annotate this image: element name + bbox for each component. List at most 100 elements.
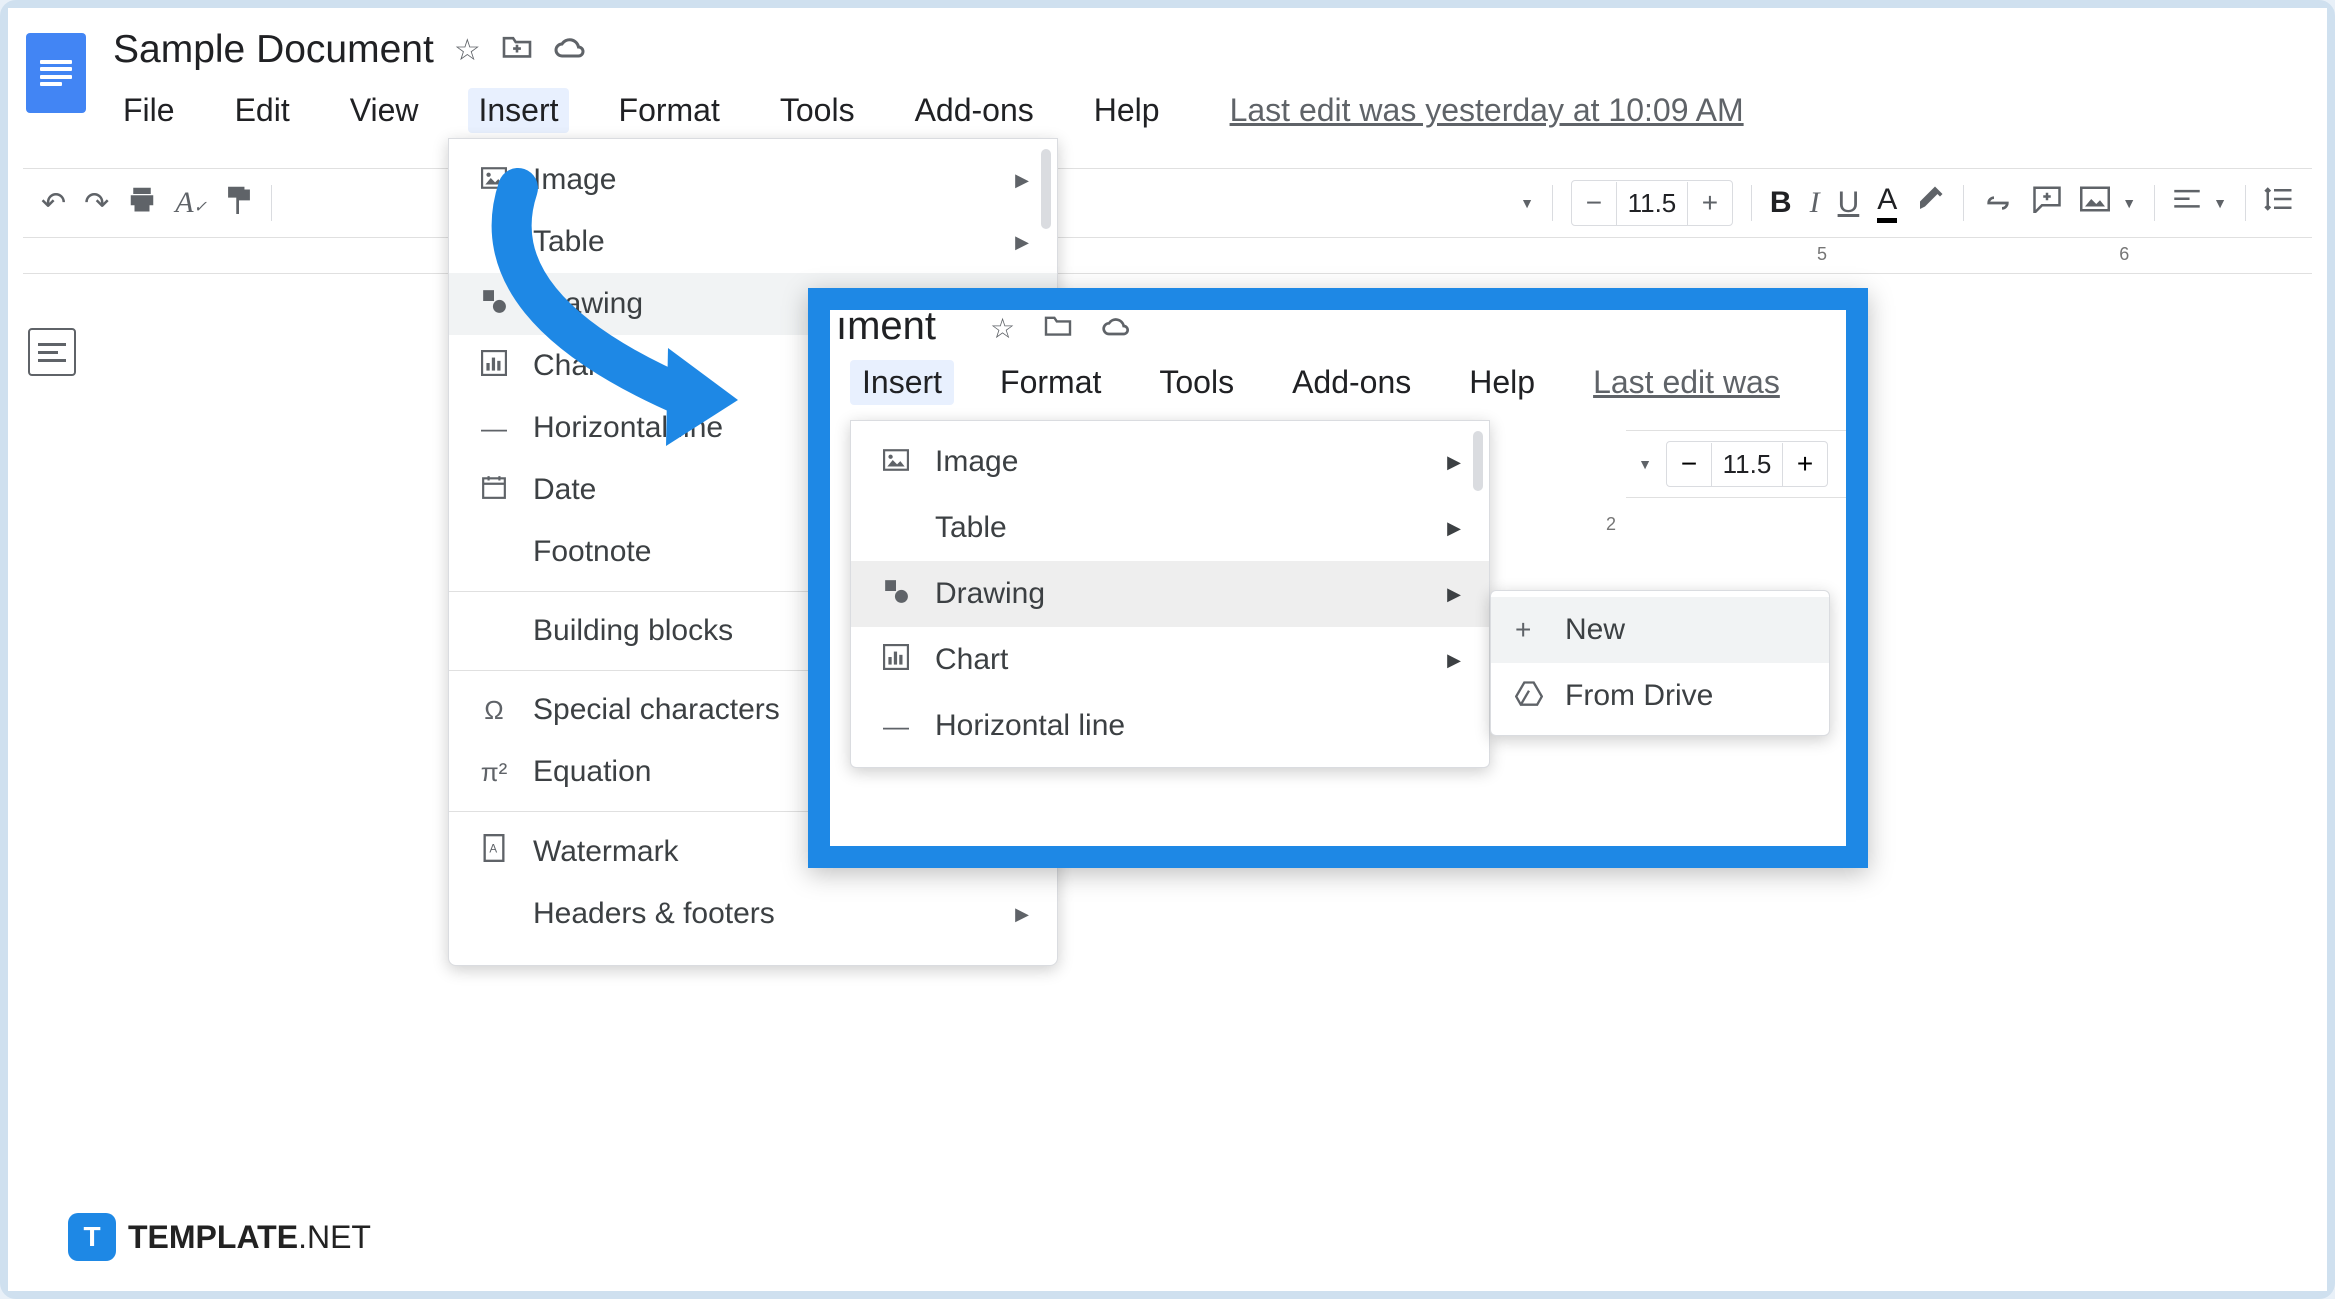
callout-insert-hline[interactable]: — Horizontal line (851, 693, 1489, 759)
separator (1552, 185, 1553, 221)
callout-insert-table[interactable]: Table ▶ (851, 495, 1489, 561)
menu-scrollbar[interactable] (1041, 149, 1051, 229)
drawing-new[interactable]: + New (1491, 597, 1829, 663)
separator (1963, 185, 1964, 221)
callout-menu-help[interactable]: Help (1457, 360, 1547, 405)
callout-menu-tools[interactable]: Tools (1147, 360, 1246, 405)
watermark-text: TEMPLATE.NET (128, 1219, 371, 1256)
menu-tools[interactable]: Tools (770, 88, 865, 133)
callout-overlay: ıment ☆ Insert Format Tools Add-ons Help… (808, 288, 1868, 868)
separator (271, 185, 272, 221)
bold-icon[interactable]: B (1770, 186, 1792, 220)
callout-font-size-value[interactable]: 11.5 (1711, 443, 1783, 486)
paint-format-icon[interactable] (225, 184, 253, 222)
callout-insert-image[interactable]: Image ▶ (851, 429, 1489, 495)
callout-insert-chart[interactable]: Chart ▶ (851, 627, 1489, 693)
plus-icon: + (1515, 614, 1545, 646)
print-icon[interactable] (127, 185, 157, 221)
callout-ruler: 2 (1566, 510, 1846, 540)
docs-logo-icon[interactable] (26, 33, 86, 113)
document-title[interactable]: Sample Document (113, 28, 434, 72)
omega-icon: Ω (477, 695, 511, 726)
align-icon[interactable] (2173, 186, 2201, 220)
insert-headers-footers-label: Headers & footers (533, 897, 775, 931)
font-size-decrease[interactable]: − (1667, 442, 1711, 486)
drive-icon (1515, 680, 1545, 713)
cloud-status-icon[interactable] (1101, 312, 1133, 345)
italic-icon[interactable]: I (1810, 186, 1820, 220)
font-size-increase[interactable]: + (1783, 442, 1827, 486)
drawing-new-label: New (1565, 613, 1625, 647)
menu-insert[interactable]: Insert (468, 88, 568, 133)
menu-format[interactable]: Format (609, 88, 730, 133)
submenu-arrow-icon: ▶ (1447, 584, 1461, 605)
submenu-arrow-icon: ▶ (1447, 452, 1461, 473)
insert-link-icon[interactable] (1982, 186, 2014, 220)
separator (2154, 185, 2155, 221)
date-icon (477, 474, 511, 507)
submenu-arrow-icon: ▶ (1015, 170, 1029, 191)
submenu-arrow-icon: ▶ (1015, 904, 1029, 925)
callout-ruler-num: 2 (1606, 514, 1616, 535)
callout-insert-chart-label: Chart (935, 643, 1008, 677)
callout-insert-image-label: Image (935, 445, 1018, 479)
svg-text:A: A (489, 843, 497, 856)
move-folder-icon[interactable] (1043, 312, 1073, 345)
insert-date-label: Date (533, 473, 596, 507)
callout-font-size-control: − 11.5 + (1666, 441, 1828, 487)
watermark-badge-icon: T (68, 1213, 116, 1261)
drawing-icon (879, 578, 913, 611)
add-comment-icon[interactable] (2032, 185, 2062, 221)
drawing-from-drive[interactable]: From Drive (1491, 663, 1829, 729)
undo-icon[interactable]: ↶ (41, 186, 66, 221)
star-icon[interactable]: ☆ (990, 312, 1015, 345)
insert-building-blocks-label: Building blocks (533, 614, 733, 648)
font-dropdown-icon[interactable]: ▼ (1520, 195, 1534, 211)
outline-toggle[interactable] (28, 328, 76, 376)
font-size-increase[interactable]: + (1688, 181, 1732, 225)
insert-equation-label: Equation (533, 755, 651, 789)
redo-icon[interactable]: ↷ (84, 186, 109, 221)
menu-help[interactable]: Help (1084, 88, 1170, 133)
submenu-arrow-icon: ▶ (1015, 232, 1029, 253)
callout-insert-drawing[interactable]: Drawing ▶ (851, 561, 1489, 627)
highlight-icon[interactable] (1915, 184, 1945, 222)
callout-title-icons: ☆ (990, 312, 1133, 345)
image-icon (879, 447, 913, 478)
image-dropdown-icon[interactable]: ▼ (2122, 195, 2136, 211)
insert-headers-footers[interactable]: Headers & footers ▶ (449, 883, 1057, 945)
text-color-icon[interactable]: A (1877, 183, 1897, 223)
font-size-control: − 11.5 + (1571, 180, 1733, 226)
watermark-bold: TEMPLATE (128, 1219, 298, 1255)
star-icon[interactable]: ☆ (454, 33, 481, 68)
callout-menu-addons[interactable]: Add-ons (1280, 360, 1423, 405)
underline-icon[interactable]: U (1838, 186, 1860, 220)
menu-file[interactable]: File (113, 88, 185, 133)
font-dropdown-icon[interactable]: ▼ (1638, 456, 1652, 472)
callout-menu-insert[interactable]: Insert (850, 360, 954, 405)
drawing-from-drive-label: From Drive (1565, 679, 1713, 713)
menu-view[interactable]: View (340, 88, 429, 133)
annotation-arrow-icon (458, 168, 778, 468)
submenu-arrow-icon: ▶ (1447, 650, 1461, 671)
menu-addons[interactable]: Add-ons (905, 88, 1044, 133)
menu-edit[interactable]: Edit (225, 88, 300, 133)
callout-menu-format[interactable]: Format (988, 360, 1113, 405)
callout-menubar: Insert Format Tools Add-ons Help Last ed… (850, 360, 1792, 405)
callout-title-fragment: ıment (830, 310, 936, 349)
font-size-value[interactable]: 11.5 (1616, 182, 1688, 225)
ruler: 5 6 (23, 238, 2312, 274)
spellcheck-icon[interactable]: A✓ (175, 186, 207, 220)
move-folder-icon[interactable] (501, 33, 533, 67)
font-size-decrease[interactable]: − (1572, 181, 1616, 225)
insert-image-toolbar-icon[interactable] (2080, 186, 2110, 220)
chart-icon (879, 644, 913, 677)
hline-icon: — (879, 711, 913, 742)
last-edit-link[interactable]: Last edit was yesterday at 10:09 AM (1230, 92, 1744, 129)
callout-last-edit[interactable]: Last edit was (1581, 360, 1792, 405)
line-spacing-icon[interactable] (2264, 186, 2294, 220)
cloud-status-icon[interactable] (553, 33, 589, 67)
separator (2245, 185, 2246, 221)
callout-insert-table-label: Table (935, 511, 1007, 545)
align-dropdown-icon[interactable]: ▼ (2213, 195, 2227, 211)
